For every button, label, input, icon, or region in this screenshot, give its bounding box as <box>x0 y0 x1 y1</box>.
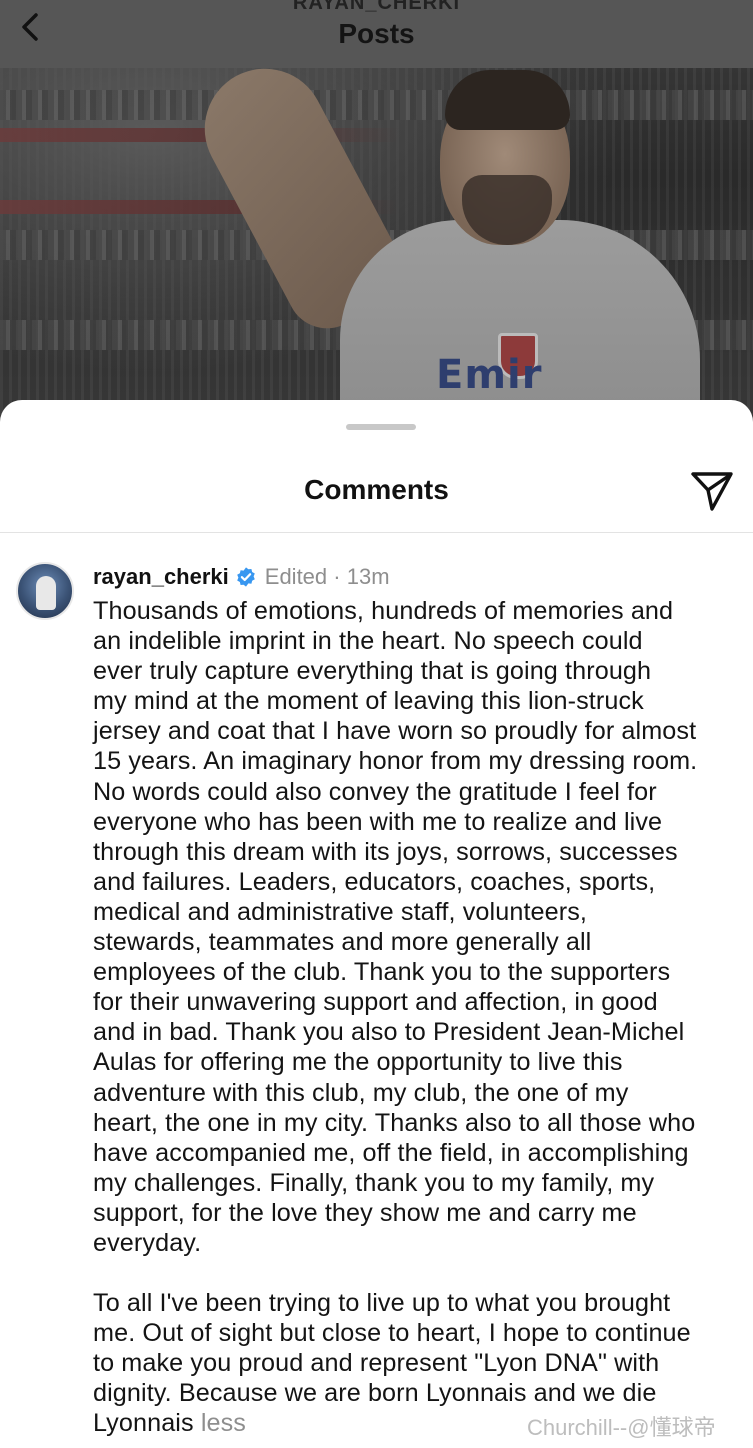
comment-line: adventure with this club, my club, the o… <box>93 1078 629 1107</box>
stadium-stripe <box>0 128 400 142</box>
comment-line: have accompanied me, off the field, in a… <box>93 1138 689 1167</box>
comment-line: and failures. Leaders, educators, coache… <box>93 867 656 896</box>
comment-line: employees of the club. Thank you to the … <box>93 958 671 987</box>
comment-line: stewards, teammates and more generally a… <box>93 928 592 957</box>
account-name: RAYAN_CHERKI <box>292 0 461 14</box>
sheet-title: Comments <box>304 474 449 505</box>
crowd-band <box>0 90 753 120</box>
avatar[interactable] <box>16 562 74 620</box>
avatar-figure <box>36 576 56 610</box>
paper-plane-icon[interactable] <box>690 470 734 512</box>
sheet-drag-handle[interactable] <box>346 424 416 430</box>
comment-line: everyday. <box>93 1228 202 1257</box>
comment-line: an indelible imprint in the heart. No sp… <box>93 627 643 656</box>
comment-meta: rayan_cherki Edited · 13m <box>93 562 390 592</box>
comment-line: through this dream with its joys, sorrow… <box>93 837 678 866</box>
comments-sheet: Comments rayan_cherki Edited · 13m Thous… <box>0 400 753 1448</box>
comment-line: my mind at the moment of leaving this li… <box>93 687 644 716</box>
comment-paragraph-2: To all I've been trying to live up to wh… <box>93 1288 749 1408</box>
comment-line: medical and administrative staff, volunt… <box>93 897 588 926</box>
comment-timestamp: 13m <box>346 564 390 589</box>
comment-text: Thousands of emotions, hundreds of memor… <box>93 596 749 1439</box>
top-bar: RAYAN_CHERKI Posts <box>0 0 753 68</box>
comment-line: everyone who has been with me to realize… <box>93 807 663 836</box>
comment-last-line: Lyonnais <box>93 1409 194 1438</box>
meta-separator: · <box>327 564 347 589</box>
shirt-sponsor-text: Emir <box>436 352 543 398</box>
comment-line: dignity. Because we are born Lyonnais an… <box>93 1379 657 1408</box>
player-hair <box>445 70 570 130</box>
comment-line: and in bad. Thank you also to President … <box>93 1018 685 1047</box>
comment-line: heart, the one in my city. Thanks also t… <box>93 1108 696 1137</box>
comment-paragraph-1: Thousands of emotions, hundreds of memor… <box>93 596 749 1258</box>
verified-badge-icon <box>236 567 255 587</box>
comment-line: jersey and coat that I have worn so prou… <box>93 717 697 746</box>
comment-line: Aulas for offering me the opportunity to… <box>93 1048 623 1077</box>
comment-line: To all I've been trying to live up to wh… <box>93 1289 671 1318</box>
comment-line: 15 years. An imaginary honor from my dre… <box>93 747 698 776</box>
comment-line: for their unwavering support and affecti… <box>93 988 658 1017</box>
edited-label: Edited <box>264 564 328 589</box>
page-title: Posts <box>338 18 415 49</box>
divider <box>0 532 753 533</box>
less-link[interactable]: less <box>201 1409 246 1437</box>
comment-line: Thousands of emotions, hundreds of memor… <box>93 597 674 625</box>
comment-username[interactable]: rayan_cherki <box>93 564 229 590</box>
comment-line: ever truly capture everything that is go… <box>93 657 652 686</box>
comment-line: support, for the love they show me and c… <box>93 1198 637 1227</box>
comment-line: to make you proud and represent "Lyon DN… <box>93 1349 660 1378</box>
comment-line: No words could also convey the gratitude… <box>93 777 657 806</box>
comment-line: my challenges. Finally, thank you to my … <box>93 1168 655 1197</box>
watermark: Churchill--@懂球帝 <box>527 1415 716 1440</box>
comment-line: me. Out of sight but close to heart, I h… <box>93 1319 691 1348</box>
